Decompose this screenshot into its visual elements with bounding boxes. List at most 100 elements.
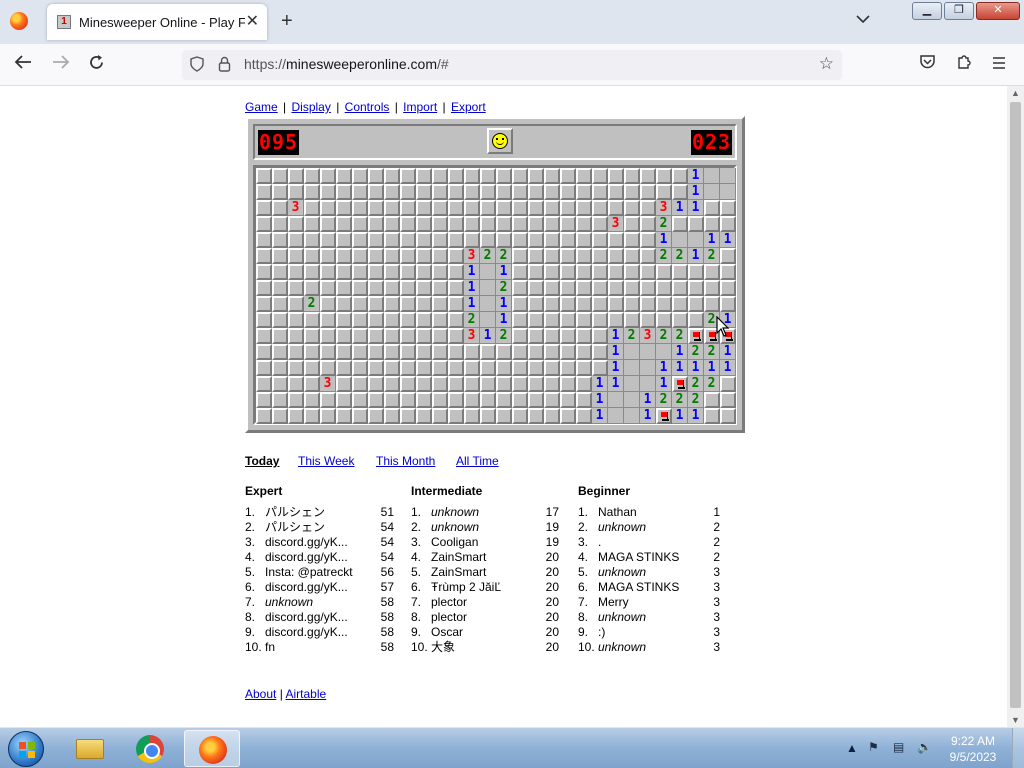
hidden-cell[interactable] [256, 232, 272, 248]
hidden-cell[interactable] [352, 312, 368, 328]
hidden-cell[interactable] [480, 344, 496, 360]
hidden-cell[interactable] [384, 344, 400, 360]
bookmark-star-icon[interactable]: ☆ [819, 54, 834, 74]
opened-cell[interactable]: 3 [608, 216, 624, 232]
hidden-cell[interactable] [320, 232, 336, 248]
hidden-cell[interactable] [576, 248, 592, 264]
hidden-cell[interactable] [496, 344, 512, 360]
flagged-cell[interactable] [672, 376, 688, 392]
address-bar[interactable]: https://minesweeperonline.com/# ☆ [182, 50, 842, 80]
hidden-cell[interactable] [704, 200, 720, 216]
hidden-cell[interactable] [464, 408, 480, 424]
hidden-cell[interactable] [352, 264, 368, 280]
hidden-cell[interactable] [352, 360, 368, 376]
opened-cell[interactable] [480, 296, 496, 312]
taskbar-file-explorer[interactable] [62, 730, 118, 767]
hidden-cell[interactable] [656, 168, 672, 184]
hidden-cell[interactable] [624, 264, 640, 280]
hidden-cell[interactable] [448, 200, 464, 216]
menu-controls-link[interactable]: Controls [345, 100, 390, 114]
hidden-cell[interactable] [336, 408, 352, 424]
hidden-cell[interactable] [288, 328, 304, 344]
opened-cell[interactable]: 2 [464, 312, 480, 328]
hidden-cell[interactable] [608, 232, 624, 248]
period-this-month-tab[interactable]: This Month [376, 454, 435, 468]
hidden-cell[interactable] [384, 328, 400, 344]
hidden-cell[interactable] [704, 296, 720, 312]
hidden-cell[interactable] [432, 392, 448, 408]
hidden-cell[interactable] [416, 344, 432, 360]
hidden-cell[interactable] [256, 216, 272, 232]
hidden-cell[interactable] [464, 376, 480, 392]
hidden-cell[interactable] [432, 200, 448, 216]
hidden-cell[interactable] [496, 200, 512, 216]
hidden-cell[interactable] [320, 408, 336, 424]
hidden-cell[interactable] [336, 232, 352, 248]
opened-cell[interactable]: 3 [288, 200, 304, 216]
hidden-cell[interactable] [640, 216, 656, 232]
hidden-cell[interactable] [272, 248, 288, 264]
opened-cell[interactable]: 1 [704, 360, 720, 376]
hidden-cell[interactable] [400, 360, 416, 376]
opened-cell[interactable]: 1 [720, 232, 736, 248]
hidden-cell[interactable] [288, 392, 304, 408]
opened-cell[interactable]: 3 [464, 328, 480, 344]
hidden-cell[interactable] [544, 168, 560, 184]
hidden-cell[interactable] [608, 168, 624, 184]
hidden-cell[interactable] [368, 264, 384, 280]
hidden-cell[interactable] [272, 264, 288, 280]
hidden-cell[interactable] [576, 376, 592, 392]
hidden-cell[interactable] [384, 360, 400, 376]
firefox-logo-icon[interactable] [10, 12, 28, 30]
hidden-cell[interactable] [592, 168, 608, 184]
opened-cell[interactable] [608, 392, 624, 408]
opened-cell[interactable] [480, 264, 496, 280]
hidden-cell[interactable] [512, 360, 528, 376]
hidden-cell[interactable] [256, 280, 272, 296]
hidden-cell[interactable] [496, 184, 512, 200]
hidden-cell[interactable] [608, 312, 624, 328]
hidden-cell[interactable] [576, 200, 592, 216]
hidden-cell[interactable] [368, 344, 384, 360]
hidden-cell[interactable] [544, 232, 560, 248]
hidden-cell[interactable] [480, 408, 496, 424]
close-window-button[interactable]: ✕ [976, 2, 1020, 20]
hidden-cell[interactable] [384, 280, 400, 296]
opened-cell[interactable]: 1 [688, 408, 704, 424]
hidden-cell[interactable] [544, 360, 560, 376]
hidden-cell[interactable] [304, 200, 320, 216]
network-icon[interactable]: ▤ [893, 740, 907, 754]
hidden-cell[interactable] [384, 168, 400, 184]
hidden-cell[interactable] [592, 232, 608, 248]
hidden-cell[interactable] [672, 312, 688, 328]
hidden-cell[interactable] [608, 264, 624, 280]
hidden-cell[interactable] [528, 392, 544, 408]
hidden-cell[interactable] [720, 280, 736, 296]
hidden-cell[interactable] [336, 280, 352, 296]
hidden-cell[interactable] [288, 312, 304, 328]
hidden-cell[interactable] [272, 168, 288, 184]
hidden-cell[interactable] [336, 216, 352, 232]
hidden-cell[interactable] [416, 248, 432, 264]
taskbar-firefox[interactable] [184, 730, 240, 767]
hidden-cell[interactable] [544, 328, 560, 344]
opened-cell[interactable]: 1 [688, 200, 704, 216]
hidden-cell[interactable] [368, 248, 384, 264]
hidden-cell[interactable] [352, 392, 368, 408]
opened-cell[interactable]: 2 [496, 248, 512, 264]
opened-cell[interactable]: 1 [656, 232, 672, 248]
opened-cell[interactable]: 2 [688, 392, 704, 408]
hidden-cell[interactable] [336, 248, 352, 264]
opened-cell[interactable]: 1 [608, 376, 624, 392]
hidden-cell[interactable] [256, 168, 272, 184]
hidden-cell[interactable] [304, 360, 320, 376]
hidden-cell[interactable] [560, 360, 576, 376]
hidden-cell[interactable] [272, 392, 288, 408]
menu-display-link[interactable]: Display [292, 100, 331, 114]
show-desktop-button[interactable] [1012, 728, 1024, 768]
action-center-flag-icon[interactable]: ⚑ [868, 740, 882, 754]
hidden-cell[interactable] [320, 296, 336, 312]
hidden-cell[interactable] [592, 216, 608, 232]
hidden-cell[interactable] [528, 184, 544, 200]
hidden-cell[interactable] [672, 168, 688, 184]
